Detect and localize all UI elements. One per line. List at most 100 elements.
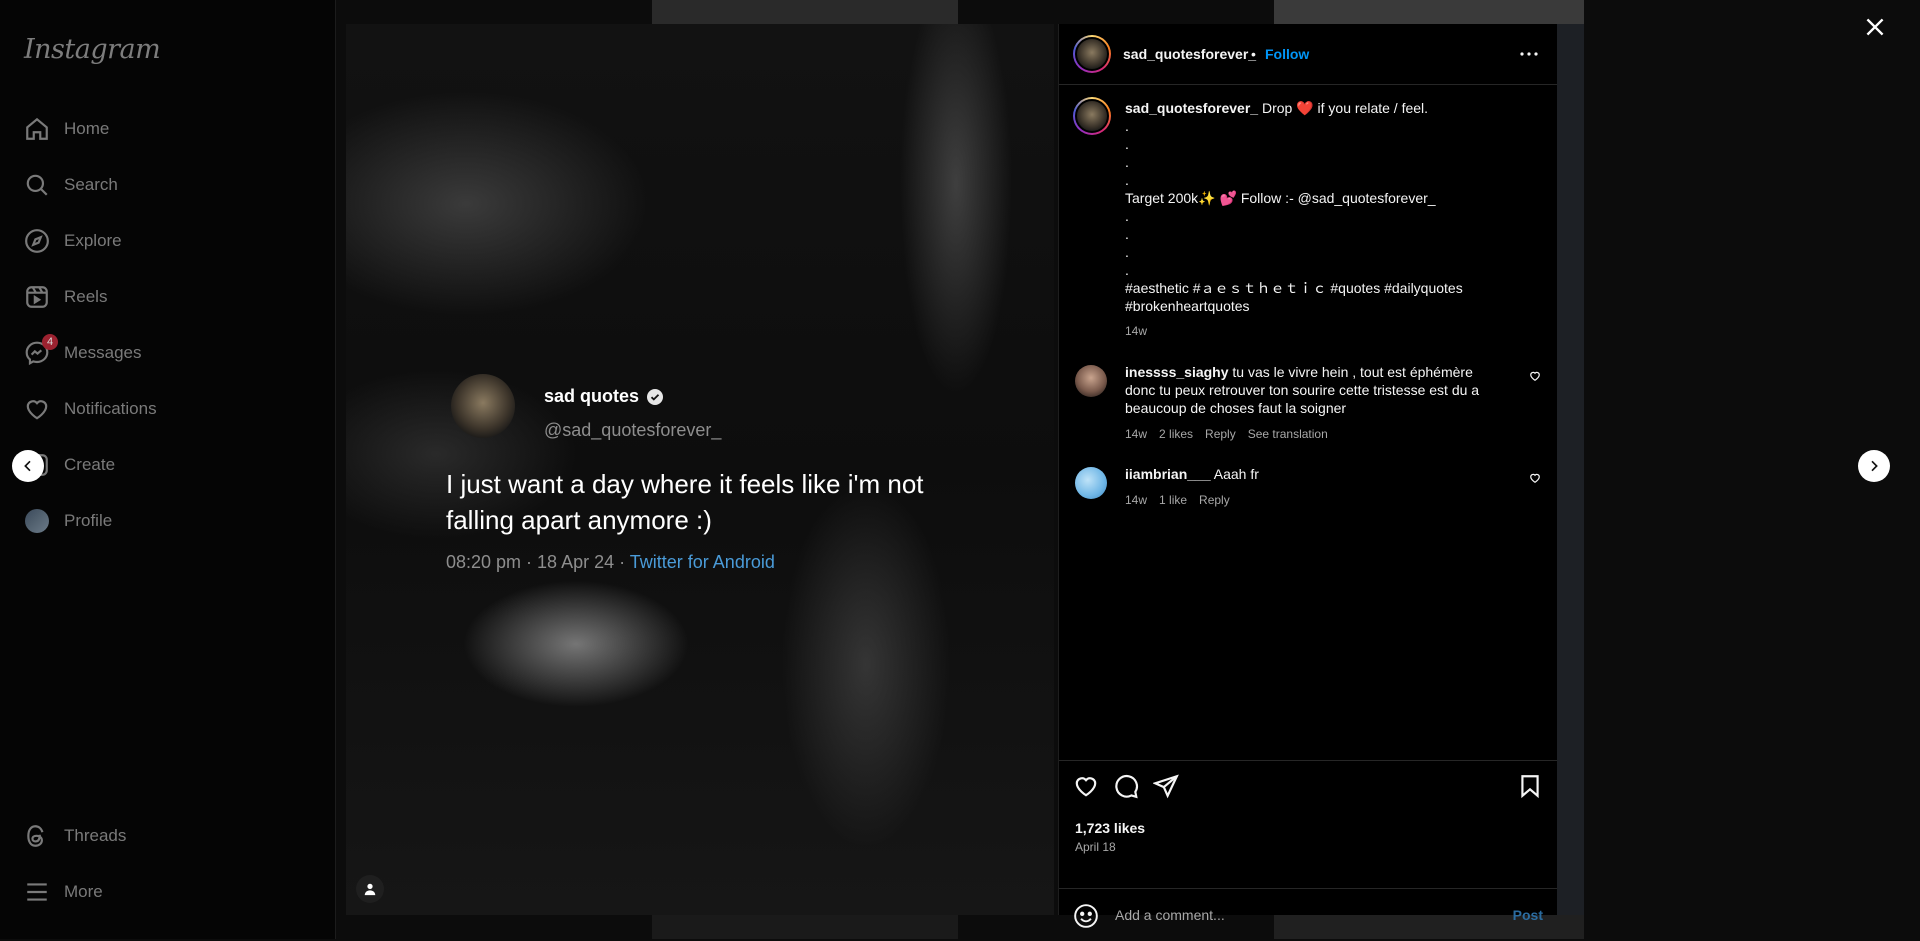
sparkle-emoji: ✨ 💕 — [1198, 190, 1237, 206]
comment-like-icon[interactable] — [1529, 369, 1541, 381]
messages-badge: 4 — [42, 334, 58, 350]
tagged-users-button[interactable] — [356, 875, 384, 903]
reply-button[interactable]: Reply — [1199, 493, 1230, 507]
post-header: sad_quotesforever_ • Follow — [1059, 24, 1557, 85]
like-icon[interactable] — [1073, 773, 1099, 799]
comment-like-icon[interactable] — [1529, 471, 1541, 483]
sidebar-item-reels[interactable]: Reels — [24, 277, 107, 317]
background-feed-tile — [652, 915, 958, 939]
heart-emoji: ❤️ — [1296, 100, 1314, 116]
author-avatar[interactable] — [1073, 35, 1111, 73]
caption-line: Drop — [1261, 100, 1293, 116]
tweet-source: Twitter for Android — [629, 552, 775, 572]
add-comment-bar: Add a comment... Post — [1059, 888, 1557, 941]
caption-dot: . — [1125, 172, 1129, 188]
compass-icon — [24, 228, 50, 254]
sidebar-item-notifications[interactable]: Notifications — [24, 389, 157, 429]
caption-line: if you relate / feel. — [1317, 100, 1429, 116]
sidebar-item-more[interactable]: More — [24, 872, 103, 912]
caption-dot: . — [1125, 226, 1129, 242]
see-translation-button[interactable]: See translation — [1248, 427, 1328, 441]
search-icon — [24, 172, 50, 198]
user-icon — [364, 883, 376, 896]
sidebar-item-label: Messages — [64, 343, 142, 362]
menu-icon — [24, 879, 50, 905]
emoji-icon[interactable] — [1073, 903, 1099, 929]
share-icon[interactable] — [1152, 773, 1179, 799]
tweet-meta: 08:20 pm · 18 Apr 24 · Twitter for Andro… — [446, 552, 775, 573]
comment-time: 14w — [1125, 493, 1148, 507]
chevron-right-icon — [1871, 460, 1878, 472]
caption-dot: . — [1125, 244, 1129, 260]
home-icon — [24, 116, 50, 142]
tweet-handle: @sad_quotesforever_ — [544, 420, 722, 440]
tweet-avatar — [451, 374, 515, 438]
sidebar-item-explore[interactable]: Explore — [24, 221, 122, 261]
reply-button[interactable]: Reply — [1205, 427, 1236, 441]
commenter-username[interactable]: inessss_siaghy — [1125, 364, 1229, 380]
sidebar-item-threads[interactable]: Threads — [24, 816, 126, 856]
comment-meta: 14w 1 like Reply — [1125, 493, 1230, 507]
follow-button[interactable]: Follow — [1265, 46, 1309, 62]
comment-likes[interactable]: 1 like — [1159, 493, 1187, 507]
commenter-avatar[interactable] — [1075, 365, 1107, 397]
comment-body: Aaah fr — [1213, 466, 1259, 482]
sidebar-item-label: Explore — [64, 231, 122, 250]
verified-icon — [647, 388, 664, 405]
previous-post-button[interactable] — [12, 450, 44, 482]
comment-time: 14w — [1125, 427, 1148, 441]
sidebar-item-label: Home — [64, 119, 110, 138]
sidebar-item-label: Create — [64, 455, 116, 474]
sidebar-item-label: Reels — [64, 287, 108, 306]
caption-hashtags[interactable]: #aesthetic #ａｅｓｔｈｅｔｉｃ #quotes #dailyquot… — [1125, 279, 1525, 315]
caption-line: Follow :- @sad_quotesforever_ — [1240, 190, 1436, 206]
caption-dot: . — [1125, 208, 1129, 224]
profile-avatar — [24, 508, 50, 534]
heart-icon — [24, 396, 50, 422]
caption-username[interactable]: sad_quotesforever_ — [1125, 100, 1258, 116]
tweet-author: sad quotes — [544, 386, 664, 407]
sidebar-item-profile[interactable]: Profile — [24, 501, 112, 541]
author-username[interactable]: sad_quotesforever_ — [1123, 46, 1256, 62]
sidebar-item-label: More — [64, 882, 103, 901]
post-comment-button[interactable]: Post — [1513, 907, 1543, 923]
tweet-timestamp: 08:20 pm · 18 Apr 24 · — [446, 552, 630, 572]
comment-input[interactable]: Add a comment... — [1115, 907, 1225, 923]
close-icon[interactable] — [1862, 14, 1888, 40]
commenter-username[interactable]: iiambrian___ — [1125, 466, 1211, 482]
comment-icon[interactable] — [1113, 773, 1139, 799]
background-feed-tile — [652, 0, 958, 24]
threads-icon — [24, 823, 50, 849]
comment-meta: 14w 2 likes Reply See translation — [1125, 427, 1328, 441]
chevron-left-icon — [24, 460, 31, 472]
reels-icon — [24, 284, 50, 310]
post-date: April 18 — [1075, 840, 1116, 854]
instagram-logo[interactable]: Instagram — [24, 34, 161, 65]
sidebar-item-search[interactable]: Search — [24, 165, 118, 205]
likes-count[interactable]: 1,723 likes — [1075, 820, 1145, 836]
separator-dot: • — [1251, 46, 1256, 62]
sidebar-item-label: Search — [64, 175, 118, 194]
commenter-avatar[interactable] — [1075, 467, 1107, 499]
sidebar: Instagram Home Search Explore Reels 4 Me… — [0, 0, 336, 939]
sidebar-item-home[interactable]: Home — [24, 109, 109, 149]
sidebar-item-messages[interactable]: 4 Messages — [24, 333, 141, 373]
caption-time: 14w — [1125, 324, 1148, 338]
sidebar-item-label: Threads — [64, 826, 127, 845]
save-icon[interactable] — [1517, 773, 1543, 799]
background-feed-tile — [1274, 0, 1584, 24]
comment-text: iiambrian___ Aaah fr — [1125, 465, 1485, 483]
caption-dot: . — [1125, 154, 1129, 170]
caption-dot: . — [1125, 262, 1129, 278]
messenger-icon: 4 — [24, 334, 58, 366]
more-options-icon[interactable] — [1517, 42, 1541, 66]
tweet-text: I just want a day where it feels like i'… — [446, 469, 924, 535]
sidebar-item-label: Notifications — [64, 399, 157, 418]
next-post-button[interactable] — [1858, 450, 1890, 482]
caption-line: Target 200k — [1125, 190, 1199, 206]
post-media[interactable]: sad quotes @sad_quotesforever_ I just wa… — [346, 24, 1054, 915]
caption-avatar[interactable] — [1073, 97, 1111, 135]
sidebar-item-label: Profile — [64, 511, 113, 530]
comment-likes[interactable]: 2 likes — [1159, 427, 1193, 441]
caption-dot: . — [1125, 118, 1129, 134]
